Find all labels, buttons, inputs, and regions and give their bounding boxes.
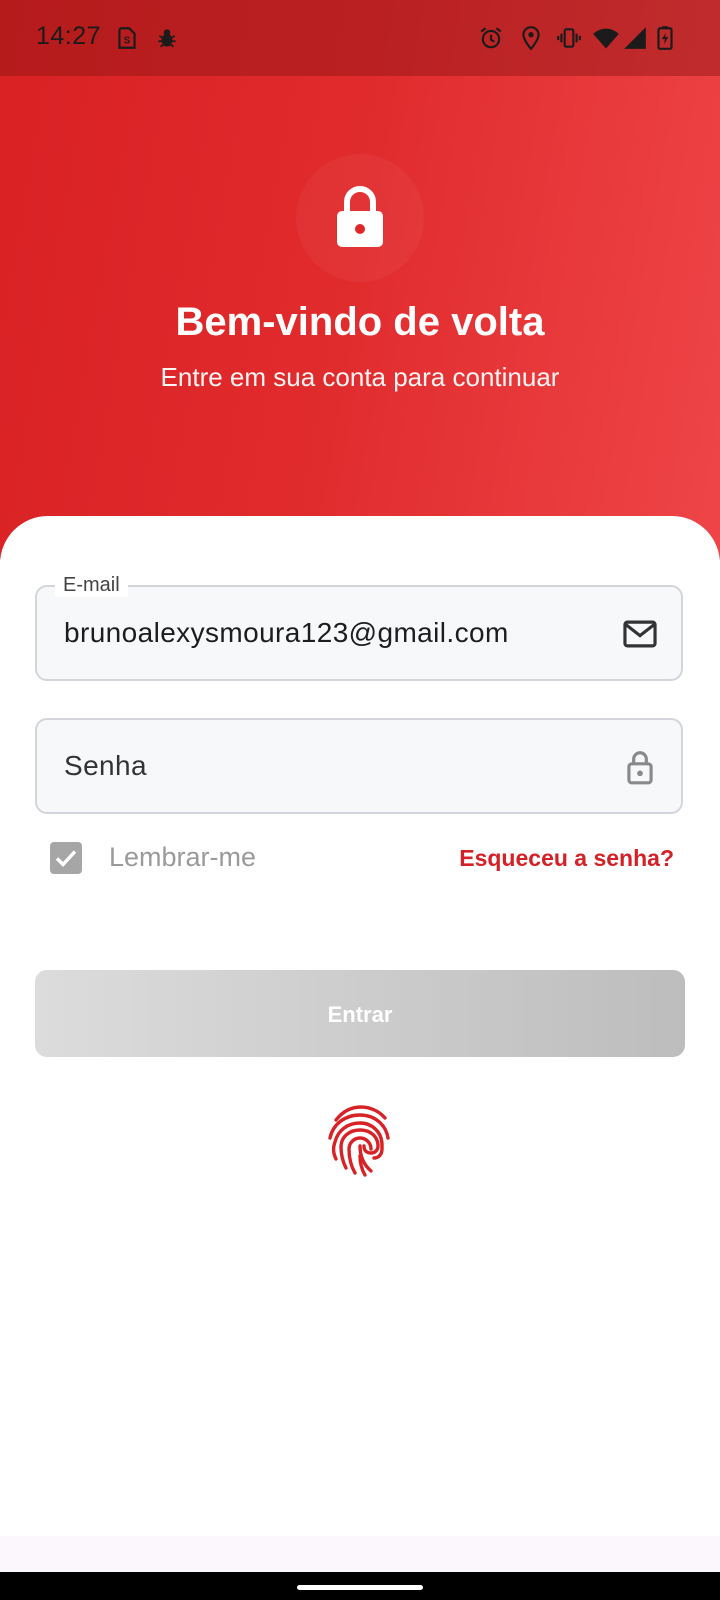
email-field-label: E-mail: [55, 573, 128, 597]
page-subtitle: Entre em sua conta para continuar: [160, 362, 560, 392]
email-field-value[interactable]: brunoalexysmoura123@gmail.com: [64, 617, 509, 649]
status-time: 14:27: [36, 22, 102, 50]
alarm-icon: [478, 24, 504, 52]
password-field[interactable]: Senha: [35, 718, 683, 814]
page-title: Bem-vindo de volta: [175, 300, 545, 344]
email-field[interactable]: E-mail brunoalexysmoura123@gmail.com: [35, 573, 683, 681]
remember-checkbox[interactable]: [50, 842, 82, 874]
bottom-strip: [0, 1536, 720, 1572]
wifi-icon: [592, 24, 620, 52]
mail-icon: [621, 615, 659, 653]
gesture-handle[interactable]: [297, 1585, 423, 1590]
vibrate-icon: [556, 24, 582, 52]
svg-text:S: S: [124, 35, 131, 46]
password-field-placeholder: Senha: [64, 750, 147, 781]
status-bar: 14:27 S: [0, 0, 720, 76]
sim-card-icon: S: [114, 24, 140, 52]
check-icon: [55, 850, 77, 868]
location-icon: [518, 24, 544, 52]
signal-icon: [622, 24, 648, 52]
bug-icon: [154, 24, 180, 52]
remember-label[interactable]: Lembrar-me: [109, 842, 256, 873]
lock-icon: [621, 748, 659, 786]
forgot-password-link[interactable]: Esqueceu a senha?: [459, 845, 674, 872]
lock-icon: [337, 186, 383, 247]
login-button[interactable]: Entrar: [35, 970, 685, 1057]
battery-charging-icon: [652, 24, 678, 52]
lock-badge: [296, 154, 424, 282]
fingerprint-icon[interactable]: [326, 1104, 394, 1178]
